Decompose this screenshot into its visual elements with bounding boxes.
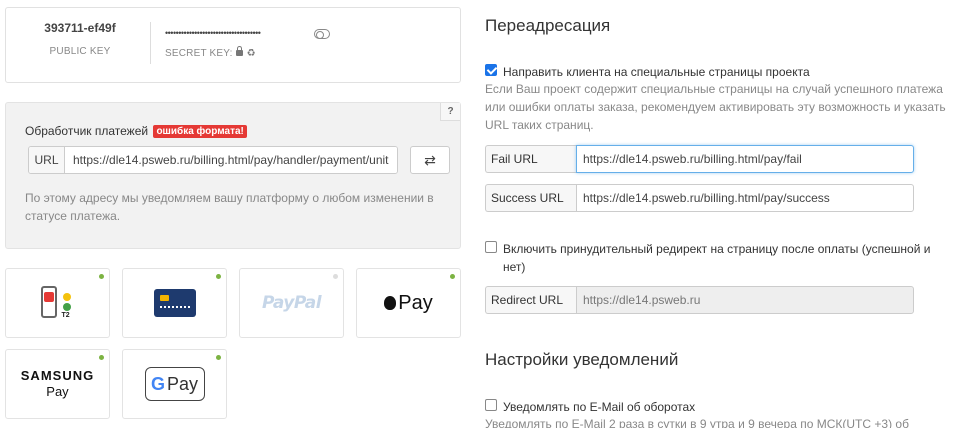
format-error-badge: ошибка формата! [153, 125, 247, 138]
payment-tile-apple-pay[interactable]: Pay [356, 268, 461, 338]
success-url-group: Success URL [485, 184, 914, 212]
success-url-input[interactable] [576, 184, 914, 212]
keys-panel [5, 7, 461, 83]
handler-label: Обработчик платежей [25, 124, 149, 138]
public-key-value[interactable]: 393711-ef49f [30, 21, 130, 35]
paypal-logo: PayPal [261, 293, 322, 313]
secret-key-label-row: SECRET KEY: ♻ [165, 46, 256, 59]
url-addon: URL [29, 147, 65, 173]
email-notify-label[interactable]: Уведомлять по E-Mail об оборотах [503, 398, 695, 416]
force-redirect-checkbox[interactable] [485, 241, 497, 253]
public-key-label: PUBLIC KEY [49, 46, 111, 57]
keys-divider [150, 22, 151, 64]
t2-label: T2 [61, 312, 70, 319]
secret-key-label: SECRET KEY: [165, 48, 233, 59]
regenerate-icon[interactable]: ♻ [247, 48, 256, 59]
handler-title: Обработчик платежей ошибка формата! [25, 124, 247, 139]
help-button[interactable]: ? [440, 103, 460, 121]
redirect-url-label: Redirect URL [485, 286, 576, 314]
payment-tile-samsung-pay[interactable]: SAMSUNG Pay [5, 349, 110, 419]
redirect-url-input [576, 286, 914, 314]
payment-tile-card[interactable] [122, 268, 227, 338]
payment-tile-google-pay[interactable]: G Pay [122, 349, 227, 419]
handler-url-input[interactable] [65, 147, 397, 173]
notifications-section-title: Настройки уведомлений [485, 350, 679, 369]
redirect-url-group: Redirect URL [485, 286, 914, 314]
toggle-visibility-icon[interactable] [314, 29, 330, 39]
secret-key-value: •••••••••••••••••••••••••••••••••••• [165, 28, 261, 38]
bank-card-icon [153, 289, 196, 317]
force-redirect-row[interactable]: Включить принудительный редирект на стра… [485, 240, 945, 276]
fail-url-input[interactable] [576, 145, 914, 173]
email-notify-hint: Уведомлять по E-Mail 2 раза в сутки в 9 … [485, 417, 909, 428]
apple-icon [384, 295, 397, 310]
email-notify-row[interactable]: Уведомлять по E-Mail об оборотах [485, 398, 945, 416]
success-url-label: Success URL [485, 184, 576, 212]
redirect-section-title: Переадресация [485, 16, 611, 35]
refresh-url-button[interactable]: ⇄ [410, 146, 450, 174]
redirect-checkbox-label[interactable]: Направить клиента на специальные страниц… [503, 63, 810, 81]
handler-hint: По этому адресу мы уведомляем вашу платф… [25, 191, 434, 223]
redirect-checkbox[interactable] [485, 64, 497, 76]
fail-url-label: Fail URL [485, 145, 576, 173]
google-pay-logo: G Pay [144, 367, 205, 401]
mobile-payment-icon: T2 [39, 284, 77, 322]
email-notify-checkbox[interactable] [485, 399, 497, 411]
payment-tile-paypal[interactable]: PayPal [239, 268, 344, 338]
lock-icon[interactable] [235, 46, 243, 56]
force-redirect-label[interactable]: Включить принудительный редирект на стра… [503, 240, 945, 276]
redirect-checkbox-row[interactable]: Направить клиента на специальные страниц… [485, 63, 955, 81]
refresh-icon: ⇄ [424, 151, 436, 168]
handler-url-group: URL [28, 146, 398, 174]
fail-url-group: Fail URL [485, 145, 914, 173]
apple-pay-logo: Pay [384, 292, 433, 315]
payment-tile-mobile[interactable]: T2 [5, 268, 110, 338]
redirect-hint: Если Ваш проект содержит специальные стр… [485, 82, 946, 132]
samsung-pay-logo: SAMSUNG Pay [20, 368, 95, 399]
